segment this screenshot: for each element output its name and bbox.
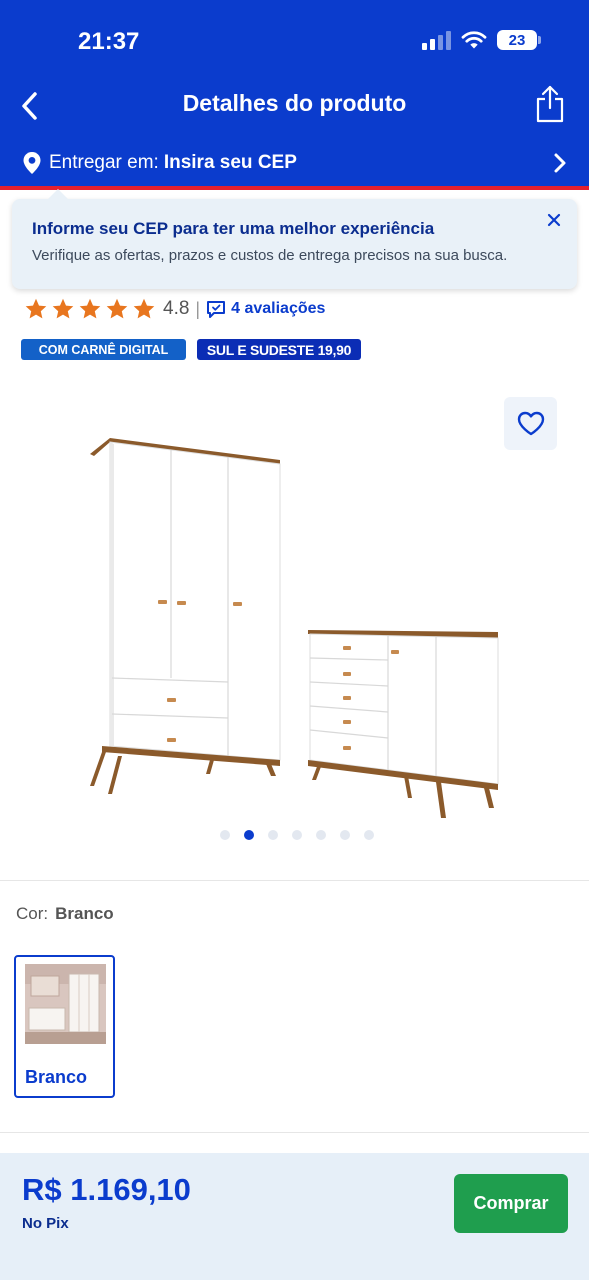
wifi-icon bbox=[461, 31, 487, 49]
rating-stars bbox=[24, 297, 156, 321]
gallery-dot[interactable] bbox=[363, 830, 374, 840]
star-icon bbox=[79, 298, 101, 319]
price: R$ 1.169,10 bbox=[22, 1172, 191, 1207]
gallery-dot[interactable] bbox=[291, 830, 302, 840]
color-option-branco[interactable]: Branco bbox=[14, 955, 115, 1098]
purchase-bar: R$ 1.169,10 No Pix Comprar bbox=[0, 1153, 589, 1280]
cep-tooltip: Informe seu CEP para ter uma melhor expe… bbox=[12, 189, 577, 289]
gallery-dot[interactable] bbox=[315, 830, 326, 840]
status-time: 21:37 bbox=[78, 28, 140, 55]
product-image[interactable] bbox=[70, 420, 520, 830]
header: 21:37 23 Detalhes do produto Entregar em… bbox=[0, 0, 589, 190]
delivery-label: Entregar em: bbox=[49, 152, 159, 173]
section-divider bbox=[0, 1132, 589, 1133]
section-divider bbox=[0, 880, 589, 881]
gallery-dot[interactable] bbox=[243, 830, 254, 840]
tooltip-close-button[interactable] bbox=[543, 209, 565, 231]
gallery-dot[interactable] bbox=[267, 830, 278, 840]
share-icon bbox=[536, 85, 564, 123]
star-icon bbox=[133, 298, 155, 319]
delivery-cep-value: Insira seu CEP bbox=[163, 152, 297, 173]
page-title: Detalhes do produto bbox=[182, 90, 407, 116]
product-details-screen: 21:37 23 Detalhes do produto Entregar em… bbox=[0, 0, 589, 1280]
comment-icon bbox=[207, 300, 226, 318]
color-option-thumbnail bbox=[25, 964, 106, 1044]
rating-separator: | bbox=[195, 298, 201, 319]
color-selector-label: Cor: Branco bbox=[16, 904, 114, 924]
heart-icon bbox=[517, 411, 544, 436]
payment-method: No Pix bbox=[22, 1215, 69, 1232]
status-icons: 23 bbox=[422, 30, 541, 50]
color-option-label: Branco bbox=[25, 1067, 88, 1087]
reviews-count: 4 avaliações bbox=[231, 300, 326, 317]
cellular-signal-icon bbox=[422, 30, 451, 50]
gallery-dot[interactable] bbox=[339, 830, 350, 840]
shipping-badge: SUL E SUDESTE 19,90 bbox=[197, 339, 361, 360]
delivery-cep-row[interactable]: Entregar em: Insira seu CEP bbox=[0, 142, 589, 184]
selected-color: Branco bbox=[55, 904, 114, 923]
rating-value: 4.8 bbox=[163, 298, 190, 319]
tooltip-title: Informe seu CEP para ter uma melhor expe… bbox=[32, 219, 435, 238]
carne-digital-badge: COM CARNÊ DIGITAL bbox=[21, 339, 186, 360]
buy-button[interactable]: Comprar bbox=[454, 1174, 568, 1233]
reviews-link[interactable]: 4 avaliações bbox=[206, 300, 325, 319]
header-accent-line bbox=[0, 186, 589, 190]
tooltip-text: Verifique as ofertas, prazos e custos de… bbox=[32, 247, 508, 264]
battery-indicator: 23 bbox=[497, 30, 541, 50]
share-button[interactable] bbox=[535, 84, 565, 124]
chevron-right-icon bbox=[554, 153, 566, 173]
gallery-dot[interactable] bbox=[219, 830, 230, 840]
gallery-pagination bbox=[0, 830, 589, 840]
star-icon bbox=[106, 298, 128, 319]
close-icon bbox=[547, 213, 561, 227]
rating-row: 4.8 | 4 avaliações bbox=[24, 297, 325, 321]
star-icon bbox=[52, 298, 74, 319]
color-label: Cor: bbox=[16, 904, 49, 923]
favorite-button[interactable] bbox=[504, 397, 557, 450]
star-icon bbox=[25, 298, 47, 319]
location-pin-icon bbox=[23, 152, 41, 174]
